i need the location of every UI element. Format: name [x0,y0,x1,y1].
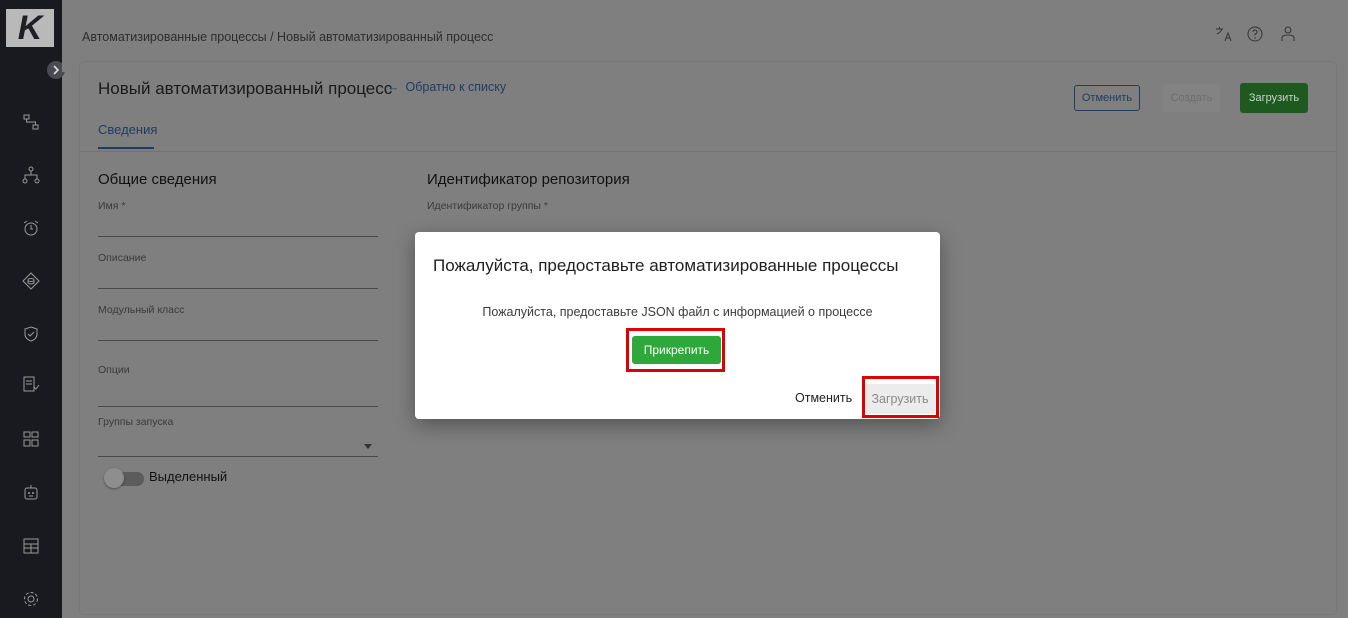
shield-icon [24,326,38,342]
dialog-title: Пожалуйста, предоставьте автоматизирован… [433,256,899,275]
translate-button[interactable] [1212,22,1236,46]
name-field-label: Имя * [98,200,126,212]
tab-details[interactable]: Сведения [98,122,157,137]
settings-icon [24,592,38,606]
upload-dialog: Пожалуйста, предоставьте автоматизирован… [415,232,940,419]
module-class-field-label: Модульный класс [98,304,185,316]
upload-highlight-box [862,376,939,418]
translate-icon [1216,27,1232,42]
sidebar-item-robots[interactable] [19,480,43,504]
dedicated-toggle-label: Выделенный [149,469,228,484]
help-icon [1247,26,1263,42]
upload-button[interactable]: Загрузить [1240,83,1308,113]
dialog-message: Пожалуйста, предоставьте JSON файл с инф… [482,305,873,319]
app-logo: K [6,9,54,47]
dropdown-arrow-icon[interactable] [364,444,372,449]
back-link-label: Обратно к списку [405,80,507,94]
data-icon [22,272,40,290]
sidebar-item-checklist[interactable] [19,372,43,396]
header-divider [80,151,1336,152]
general-section-title: Общие сведения [98,171,217,188]
grid-icon [23,431,39,447]
sidebar-item-hierarchy[interactable] [19,163,43,187]
options-field[interactable] [98,406,378,407]
dedicated-toggle-knob[interactable] [104,468,124,488]
arrow-left-icon: ← [387,80,400,94]
tab-active-indicator [98,147,154,149]
sidebar-item-settings[interactable] [19,587,43,611]
options-field-label: Опции [98,364,130,376]
calendar-icon [23,538,39,554]
sidebar-item-alarms[interactable] [19,216,43,240]
module-class-field[interactable] [98,340,378,341]
attach-button[interactable]: Прикрепить [632,336,721,364]
back-to-list-link[interactable]: ← Обратно к списку [387,80,506,94]
hierarchy-icon [22,166,40,184]
group-id-field-label: Идентификатор группы * [427,200,548,212]
user-button[interactable] [1276,22,1300,46]
sidebar-item-processes[interactable] [19,110,43,134]
checklist-icon [23,376,40,392]
alarm-icon [23,220,39,236]
page-title: Новый автоматизированный процесс [98,79,393,98]
dialog-cancel-button[interactable]: Отменить [795,391,852,405]
name-field[interactable] [98,236,378,237]
run-groups-select[interactable] [98,456,378,457]
robot-icon [24,485,38,500]
create-button[interactable]: Создать [1163,84,1220,112]
description-field-label: Описание [98,252,147,264]
cancel-button[interactable]: Отменить [1074,85,1140,111]
user-icon [1281,26,1295,41]
repo-section-title: Идентификатор репозитория [427,171,630,188]
process-icon [23,114,39,130]
run-groups-field-label: Группы запуска [98,416,174,428]
sidebar-item-grid[interactable] [19,427,43,451]
help-button[interactable] [1243,22,1267,46]
sidebar-item-security[interactable] [19,322,43,346]
sidebar: K [0,0,65,618]
breadcrumb[interactable]: Автоматизированные процессы / Новый авто… [82,30,493,44]
sidebar-item-data[interactable] [19,269,43,293]
sidebar-item-calendar[interactable] [19,534,43,558]
description-field[interactable] [98,288,378,289]
chevron-right-icon [53,65,60,75]
